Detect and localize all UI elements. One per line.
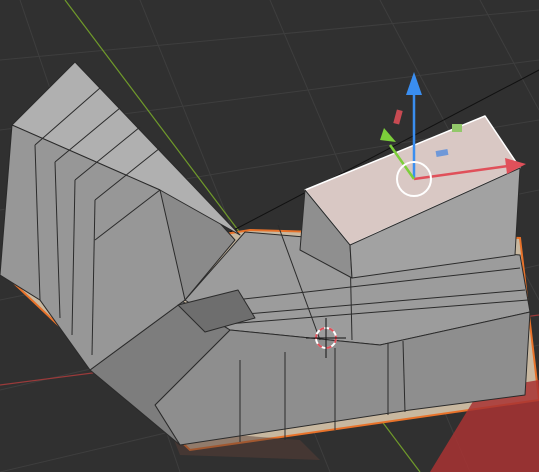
viewport-canvas[interactable]: [0, 0, 539, 472]
3d-viewport[interactable]: [0, 0, 539, 472]
plane-handle-xy[interactable]: [452, 124, 462, 132]
